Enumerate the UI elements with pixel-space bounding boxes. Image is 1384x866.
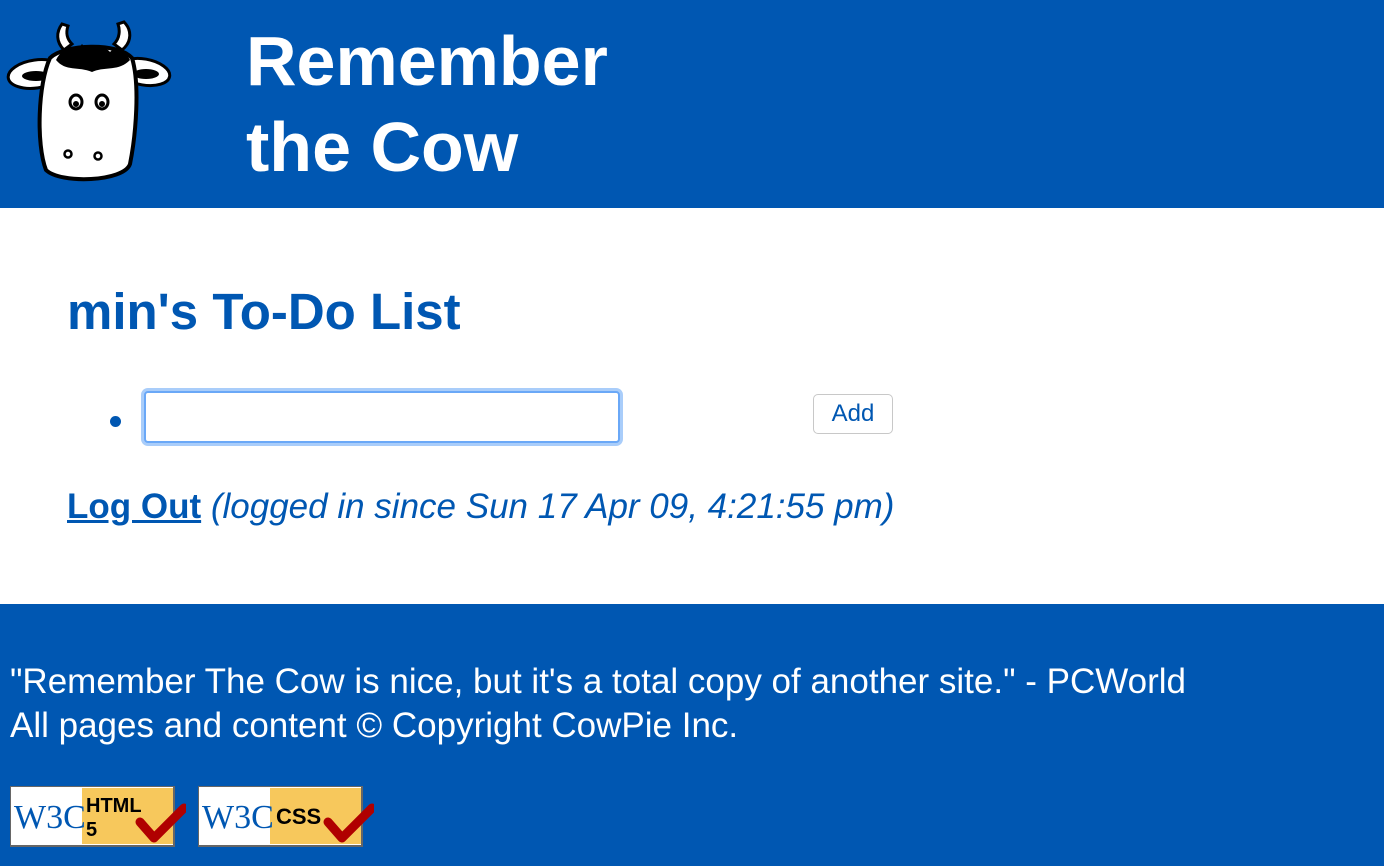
page-title: min's To-Do List [67,283,461,340]
site-title-line1: Remember [246,22,608,100]
status-line: Log Out (logged in since Sun 17 Apr 09, … [67,486,894,528]
bullet-icon [110,416,121,427]
cow-logo-icon [6,20,172,182]
site-title-line2: the Cow [246,108,519,186]
logout-link[interactable]: Log Out [67,487,201,526]
w3c-html-label: W3C [14,799,86,836]
todo-input[interactable] [144,391,620,443]
login-status-text: (logged in since Sun 17 Apr 09, 4:21:55 … [210,487,895,526]
footer-copyright: All pages and content © Copyright CowPie… [10,706,739,745]
html-version-label: 5 [86,819,97,841]
footer-quote: "Remember The Cow is nice, but it's a to… [10,662,1187,701]
css-label: CSS [276,804,321,829]
w3c-css-label: W3C [202,799,274,836]
w3c-css-badge[interactable]: W3C CSS [198,786,374,848]
site-title: Remember the Cow [246,18,608,190]
html-label: HTML [86,795,142,817]
site-footer: "Remember The Cow is nice, but it's a to… [0,604,1384,866]
w3c-html5-badge[interactable]: W3C HTML 5 [10,786,186,848]
add-button[interactable]: Add [813,394,893,434]
site-header: Remember the Cow [0,0,1384,208]
main-content: min's To-Do List Add Log Out (logged in … [0,208,1384,604]
